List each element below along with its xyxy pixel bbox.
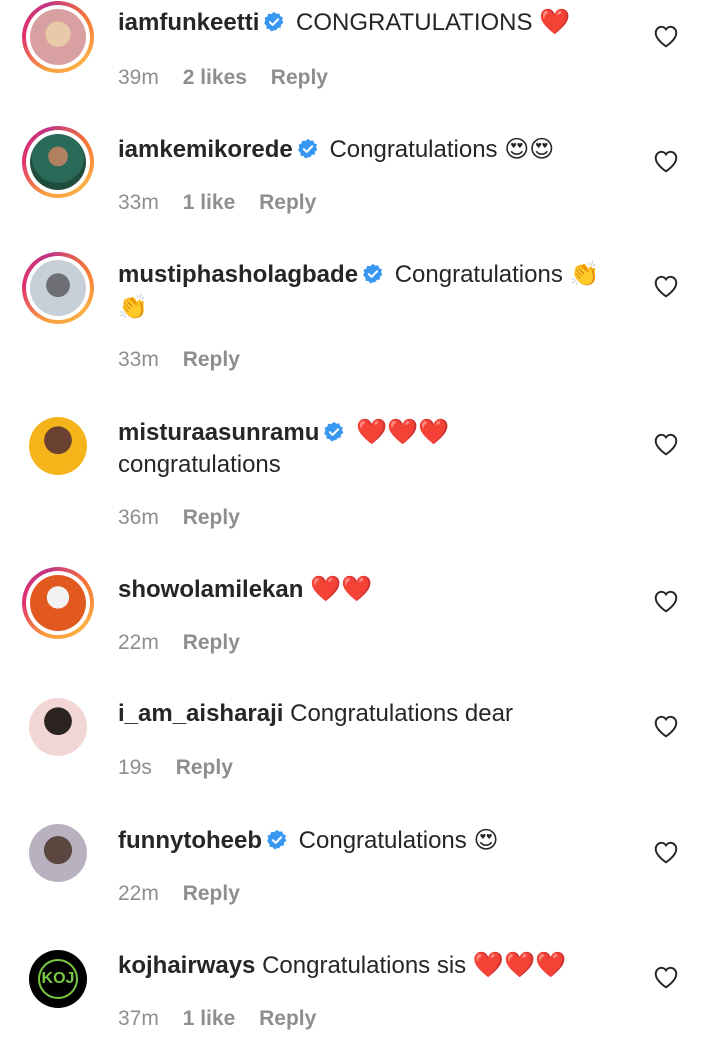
verified-badge-icon <box>267 829 287 850</box>
avatar[interactable] <box>29 824 87 882</box>
heart-outline-icon[interactable] <box>653 714 679 738</box>
comment-username[interactable]: i_am_aisharaji <box>118 700 283 727</box>
comment-emoji: ❤️❤️❤️ <box>472 950 567 979</box>
heart-outline-icon[interactable] <box>653 589 679 613</box>
reply-button[interactable]: Reply <box>176 756 233 779</box>
comment-likes[interactable]: 1 like <box>183 191 236 214</box>
reply-button[interactable]: Reply <box>183 348 240 371</box>
comment-time: 19s <box>118 756 152 779</box>
comment-emoji-line2: 👏 <box>118 293 148 321</box>
comment-text: Congratulations <box>394 261 563 288</box>
comment-text: Congratulations sis <box>262 952 467 979</box>
avatar[interactable] <box>29 698 87 756</box>
avatar[interactable] <box>22 1 94 73</box>
heart-outline-icon[interactable] <box>653 432 679 456</box>
avatar[interactable]: KOJ <box>29 950 87 1008</box>
avatar[interactable] <box>22 252 94 324</box>
comment-emoji: 😍 <box>473 826 499 854</box>
comment-username[interactable]: misturaasunramu <box>118 419 319 446</box>
comment-username[interactable]: showolamilekan <box>118 576 303 603</box>
comment-emoji: 👏 <box>569 260 600 288</box>
reply-button[interactable]: Reply <box>183 506 240 529</box>
comment-username[interactable]: iamfunkeetti <box>118 9 259 36</box>
reply-button[interactable]: Reply <box>259 191 316 214</box>
reply-button[interactable]: Reply <box>259 1007 316 1030</box>
comment-likes[interactable]: 1 like <box>183 1007 236 1030</box>
verified-badge-icon <box>363 263 383 284</box>
comment-emoji: ❤️❤️ <box>310 574 373 603</box>
reply-button[interactable]: Reply <box>183 631 240 654</box>
comment-time: 36m <box>118 506 159 529</box>
verified-badge-icon <box>324 421 344 442</box>
comment-username[interactable]: funnytoheeb <box>118 827 262 854</box>
comment-emoji: ❤️❤️❤️ <box>356 417 450 446</box>
heart-outline-icon[interactable] <box>653 149 679 173</box>
comment-time: 33m <box>118 348 159 371</box>
comment-username[interactable]: kojhairways <box>118 952 255 979</box>
comment-time: 22m <box>118 631 159 654</box>
verified-badge-icon <box>264 11 284 32</box>
avatar[interactable] <box>29 417 87 475</box>
heart-outline-icon[interactable] <box>653 24 679 48</box>
comment-time: 39m <box>118 66 159 89</box>
comment-text: Congratulations dear <box>290 700 513 727</box>
heart-outline-icon[interactable] <box>653 274 679 298</box>
comment-time: 22m <box>118 882 159 905</box>
comment-text: congratulations <box>118 451 281 478</box>
comment-username[interactable]: iamkemikorede <box>118 136 293 163</box>
comment-time: 37m <box>118 1007 159 1030</box>
avatar[interactable] <box>22 567 94 639</box>
comment-text: Congratulations <box>329 136 498 163</box>
comment-text: Congratulations <box>298 827 467 854</box>
reply-button[interactable]: Reply <box>183 882 240 905</box>
brand-logo: KOJ <box>38 959 78 999</box>
comment-likes[interactable]: 2 likes <box>183 66 247 89</box>
comment-emoji: 😍😍 <box>504 135 555 163</box>
comment-text: CONGRATULATIONS <box>296 9 533 36</box>
verified-badge-icon <box>297 138 318 159</box>
heart-outline-icon[interactable] <box>653 840 679 864</box>
comment-time: 33m <box>118 191 159 214</box>
avatar[interactable] <box>22 126 94 198</box>
comment-emoji: ❤️ <box>539 7 571 36</box>
heart-outline-icon[interactable] <box>653 965 679 989</box>
comment-username[interactable]: mustiphasholagbade <box>118 261 358 288</box>
reply-button[interactable]: Reply <box>271 66 328 89</box>
